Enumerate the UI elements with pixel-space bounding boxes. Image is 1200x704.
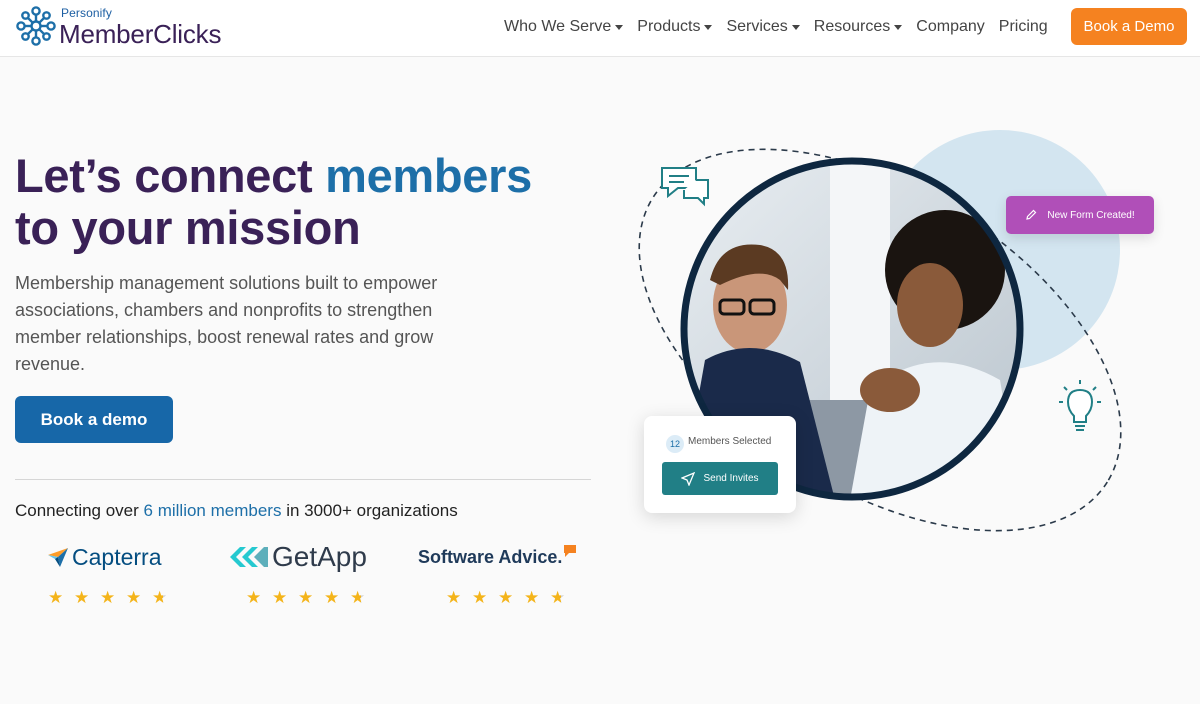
capterra-arrow-icon — [48, 548, 68, 567]
members-count-badge: 12 — [666, 435, 684, 453]
rating-stars: ★ ★ ★ ★ ★ — [446, 588, 576, 608]
hero-title-part1: Let’s connect — [15, 149, 326, 202]
software-advice-logo: Software Advice. — [418, 540, 577, 574]
nav-label: Who We Serve — [504, 18, 612, 35]
send-invites-button[interactable]: Send Invites — [662, 462, 778, 495]
review-software-advice[interactable]: Software Advice. ★ ★ ★ ★ ★ — [418, 540, 588, 610]
star-icon: ★ — [498, 588, 514, 607]
nav-label: Products — [637, 18, 701, 35]
stats-prefix: Connecting over — [15, 501, 144, 520]
speech-bubble-icon — [564, 545, 577, 557]
star-icon: ★ — [524, 588, 540, 607]
star-icon: ★ — [48, 588, 64, 607]
new-form-label: New Form Created! — [1047, 209, 1135, 221]
hero-title-part2: to your mission — [15, 201, 361, 254]
nav-item-services[interactable]: Services — [726, 18, 800, 36]
hero-visual: 12 Members Selected Send Invites New For… — [600, 100, 1200, 620]
nav-item-products[interactable]: Products — [637, 18, 713, 36]
caret-down-icon — [791, 24, 800, 30]
star-icon: ★ — [246, 588, 262, 607]
nav-item-pricing[interactable]: Pricing — [999, 18, 1048, 36]
main-nav: Who We Serve Products Services Resources… — [504, 15, 1062, 39]
hero-title: Let’s connect members to your mission — [15, 150, 595, 254]
members-selected-card: 12 Members Selected Send Invites — [644, 416, 796, 513]
nav-label: Pricing — [998, 18, 1048, 35]
review-name: Software Advice. — [418, 546, 563, 567]
star-icon: ★ — [324, 588, 340, 607]
star-icon: ★ — [298, 588, 314, 607]
half-star-icon: ★ — [350, 588, 370, 608]
stats-suffix: in 3000+ organizations — [281, 501, 458, 520]
book-demo-nav-button[interactable]: Book a Demo — [1071, 8, 1187, 45]
book-demo-hero-button[interactable]: Book a demo — [15, 396, 173, 443]
pencil-icon — [1026, 209, 1037, 220]
hero-illustration — [638, 130, 1122, 532]
section-divider — [15, 479, 591, 480]
getapp-chevron-icon — [230, 547, 268, 567]
network-logo-icon — [16, 6, 56, 46]
nav-item-who-we-serve[interactable]: Who We Serve — [504, 18, 624, 36]
new-form-notification: New Form Created! — [1006, 196, 1154, 234]
star-icon: ★ — [272, 588, 288, 607]
star-icon: ★ — [472, 588, 488, 607]
star-icon: ★ — [100, 588, 116, 607]
send-icon — [681, 471, 696, 486]
chat-bubbles-icon — [661, 167, 709, 207]
members-selected-label: Members Selected — [688, 436, 772, 447]
lightbulb-icon — [1059, 380, 1101, 431]
caret-down-icon — [894, 24, 903, 30]
nav-item-company[interactable]: Company — [916, 18, 984, 36]
half-star-icon: ★ — [550, 588, 570, 608]
caret-down-icon — [615, 24, 624, 30]
caret-down-icon — [704, 24, 713, 30]
rating-stars: ★ ★ ★ ★ ★ — [48, 588, 178, 608]
review-capterra[interactable]: Capterra ★ ★ ★ ★ ★ — [46, 540, 196, 610]
memberclicks-logo[interactable]: Personify MemberClicks — [14, 4, 244, 52]
stats-highlight: 6 million members — [143, 501, 282, 520]
send-invites-label: Send Invites — [703, 473, 759, 484]
review-name: GetApp — [272, 541, 367, 572]
star-icon: ★ — [126, 588, 142, 607]
hero-subtitle: Membership management solutions built to… — [15, 273, 438, 374]
nav-label: Resources — [813, 18, 891, 35]
review-getapp[interactable]: GetApp ★ ★ ★ ★ ★ — [228, 540, 388, 610]
star-icon: ★ — [74, 588, 90, 607]
site-header: Personify MemberClicks Who We Serve Prod… — [0, 0, 1200, 57]
getapp-logo: GetApp — [228, 540, 367, 574]
review-name: Capterra — [72, 543, 162, 570]
nav-item-resources[interactable]: Resources — [813, 18, 903, 36]
stats-line: Connecting over 6 million members in 300… — [15, 501, 458, 521]
rating-stars: ★ ★ ★ ★ ★ — [246, 588, 376, 608]
logo-name-text: MemberClicks — [59, 19, 222, 49]
hero-title-accent: members — [325, 149, 532, 202]
star-icon: ★ — [446, 588, 462, 607]
capterra-logo: Capterra — [46, 540, 161, 574]
half-star-icon: ★ — [152, 588, 172, 608]
nav-label: Company — [916, 18, 985, 35]
nav-label: Services — [726, 18, 788, 35]
logo-personify-text: Personify — [61, 6, 112, 20]
